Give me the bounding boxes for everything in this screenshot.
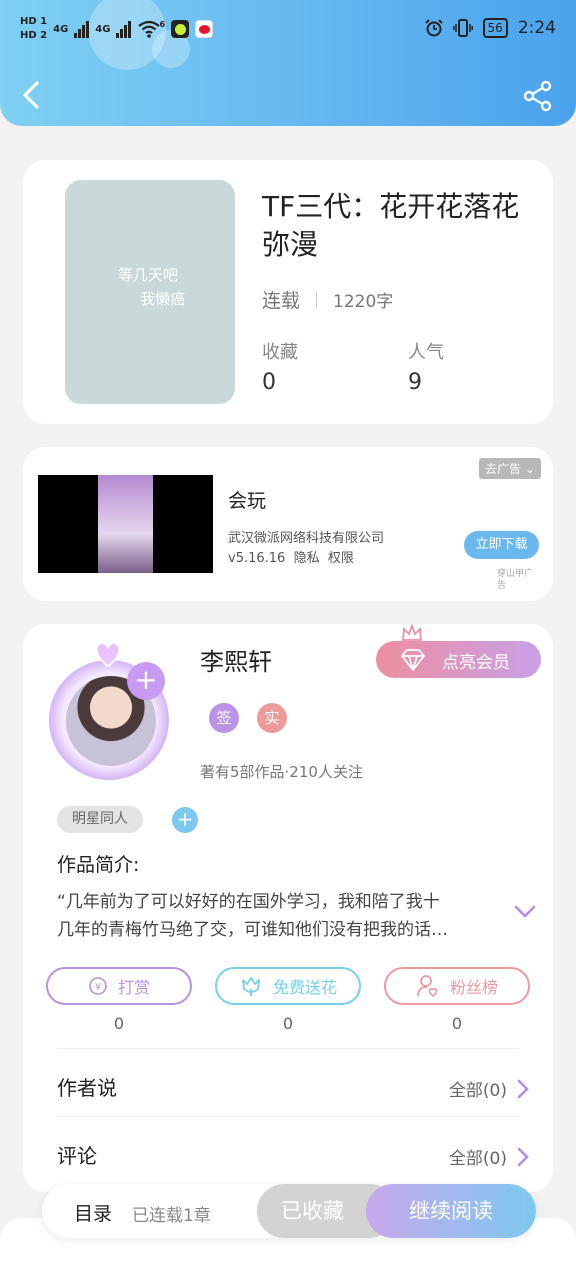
ad-version-line[interactable]: v5.16.16 隐私 权限 [228, 547, 354, 566]
author-says-label: 作者说 [57, 1076, 117, 1100]
tag-chip[interactable]: 明星同人 [57, 806, 143, 833]
signal-icon [116, 20, 132, 38]
send-flower-button[interactable]: 免费送花 [215, 967, 361, 1005]
reward-count: 0 [113, 1014, 125, 1033]
status-bar-right: 56 2:24 [424, 18, 556, 38]
intro-heading: 作品简介: [57, 854, 140, 876]
intro-line2: 几年的青梅竹马绝了交，可谁知他们没有把我的话… [57, 920, 448, 940]
crown-icon [402, 624, 422, 641]
flower-icon [242, 977, 260, 996]
author-says-all-link[interactable]: 全部(0) [449, 1076, 529, 1101]
ad-photo [98, 475, 153, 573]
back-icon[interactable] [18, 80, 48, 110]
chapters-count: 已连载1章 [132, 1206, 211, 1226]
svg-text:¥: ¥ [95, 982, 101, 993]
flower-count: 0 [282, 1014, 294, 1033]
signed-badge: 签 [209, 703, 239, 733]
toc-button[interactable]: 目录 [74, 1199, 112, 1226]
remove-ad-button[interactable]: 去广告 ⌄ [479, 458, 541, 479]
author-says-count: 全部(0) [448, 1081, 507, 1101]
chevron-down-icon: ⌄ [524, 462, 535, 476]
comments-count: 全部(0) [448, 1149, 507, 1169]
diamond-icon [401, 649, 425, 671]
expand-chevron-icon[interactable] [514, 905, 536, 919]
wifi-badge: 6 [159, 19, 166, 29]
chevron-right-icon [517, 1079, 529, 1098]
battery-indicator: 56 [482, 18, 508, 38]
wifi-icon [138, 20, 161, 38]
book-status: 连载 [262, 290, 301, 312]
vibrate-icon [452, 19, 473, 37]
cover-text-line1: 等几天吧 [118, 266, 179, 284]
cover-text-line2: 我懒癌 [140, 290, 186, 308]
header-bar: HD 1 HD 2 4G 4G 6 56 2:24 [0, 0, 576, 126]
yen-coin-icon: ¥ [89, 977, 107, 995]
divider [57, 1048, 519, 1049]
reward-button[interactable]: ¥ 打赏 [46, 967, 192, 1005]
fans-ranking-button[interactable]: 粉丝榜 [384, 967, 530, 1005]
meta-divider [316, 291, 318, 308]
author-name: 李熙轩 [200, 648, 272, 676]
continue-reading-button[interactable]: 继续阅读 [366, 1184, 536, 1238]
favorited-label: 已收藏 [281, 1199, 344, 1223]
add-tag-button[interactable]: + [172, 807, 198, 833]
chevron-right-icon [517, 1147, 529, 1166]
ad-source-line1: 穿山甲广 [497, 569, 534, 579]
favorites-value: 0 [262, 370, 276, 395]
network-type-1: 4G [53, 23, 69, 35]
book-title: TF三代：花开花落花弥漫 [262, 190, 520, 261]
author-stats: 著有5部作品·210人关注 [200, 763, 363, 781]
book-cover[interactable]: 等几天吧 我懒癌 [65, 180, 235, 404]
reward-label: 打赏 [117, 978, 150, 997]
hd1-label: HD 1 [20, 16, 48, 27]
clock: 2:24 [517, 18, 556, 38]
word-count: 1220字 [333, 292, 394, 312]
network-type-2: 4G [95, 23, 111, 35]
comments-all-link[interactable]: 全部(0) [449, 1144, 529, 1169]
ad-source: 穿山甲广 告 [497, 568, 533, 592]
book-meta: 连载 1220字 [262, 286, 393, 313]
follow-author-button[interactable]: + [127, 662, 165, 700]
fan-user-icon [417, 975, 438, 998]
signal-icon [74, 20, 90, 38]
vip-label: 点亮会员 [442, 653, 510, 673]
flower-label: 免费送花 [272, 978, 337, 997]
ad-image[interactable] [38, 475, 213, 573]
ad-company: 武汉微派网络科技有限公司 [228, 531, 385, 546]
verified-badge: 实 [257, 703, 287, 733]
hd-indicator: HD 1 HD 2 [20, 16, 47, 42]
popularity-value: 9 [408, 370, 422, 395]
hd2-label: HD 2 [20, 30, 48, 41]
weibo-icon [195, 20, 214, 38]
ad-app-name: 会玩 [228, 490, 267, 512]
status-bar-left: HD 1 HD 2 4G 4G 6 [20, 16, 214, 42]
favorites-label: 收藏 [262, 342, 298, 363]
remove-ad-label: 去广告 [485, 462, 522, 476]
ad-download-button[interactable]: 立即下载 [464, 531, 539, 559]
heart-icon [95, 641, 121, 668]
bottom-action-bar: 目录 已连载1章 已收藏 继续阅读 [42, 1184, 536, 1238]
popularity-label: 人气 [408, 342, 444, 363]
intro-text[interactable]: “几年前为了可以好好的在国外学习，我和陪了我十 几年的青梅竹马绝了交，可谁知他们… [57, 888, 497, 944]
alarm-icon [424, 19, 443, 37]
fans-count: 0 [451, 1014, 463, 1033]
app-notification-icon [171, 20, 190, 38]
divider [57, 1116, 519, 1117]
comments-label: 评论 [57, 1144, 97, 1168]
intro-line1: “几年前为了可以好好的在国外学习，我和陪了我十 [57, 892, 440, 912]
vip-button[interactable]: 点亮会员 [376, 641, 541, 678]
share-icon[interactable] [522, 80, 554, 112]
ad-source-line2: 告 [497, 581, 507, 591]
fans-label: 粉丝榜 [449, 978, 498, 997]
